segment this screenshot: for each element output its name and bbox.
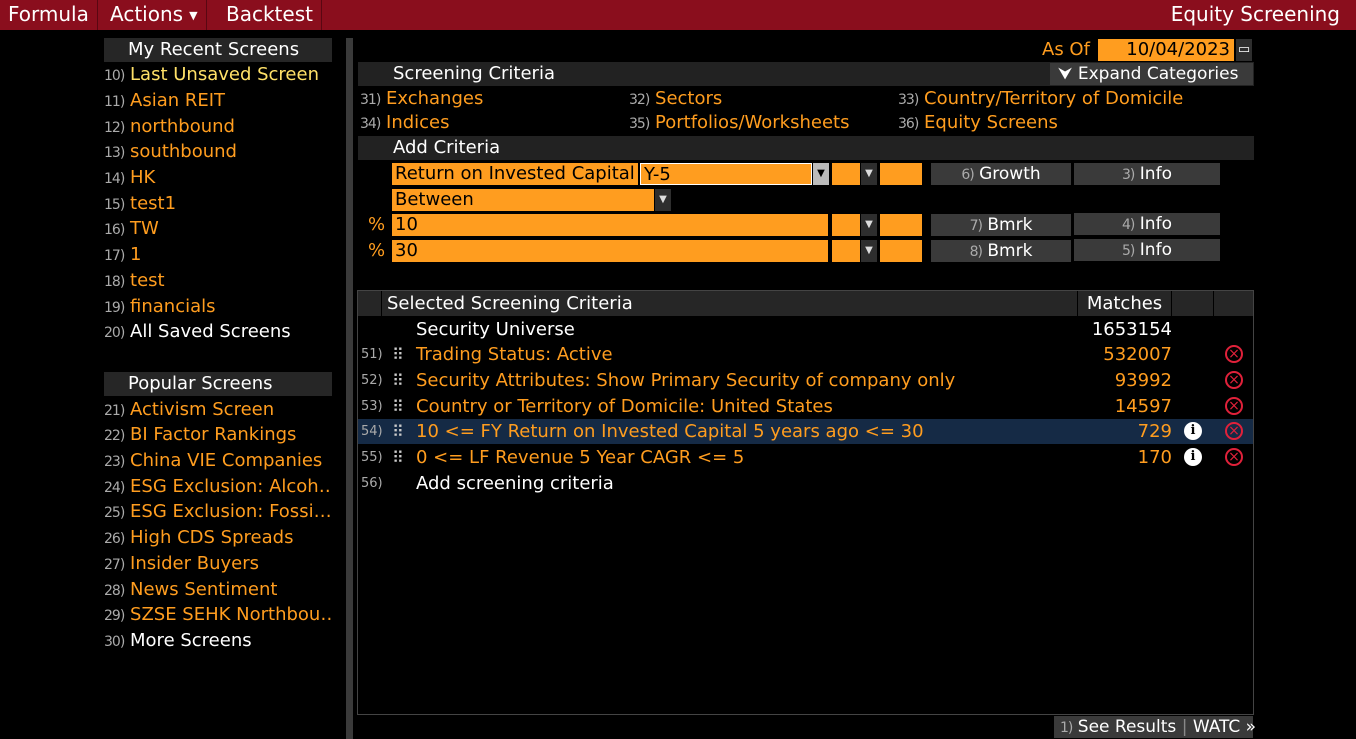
double-chevron-down-icon: ⮟	[1058, 64, 1073, 84]
period-select[interactable]: Y-5	[640, 163, 812, 185]
add-criteria-heading: Add Criteria	[358, 136, 1254, 160]
category-country-domicile[interactable]: 33) Country/Territory of Domicile	[898, 87, 1183, 112]
category-equity-screens[interactable]: 36) Equity Screens	[898, 111, 1058, 136]
as-of-date-field[interactable]: 10/04/2023	[1098, 39, 1234, 61]
popular-screen-item[interactable]: 28) News Sentiment	[104, 577, 332, 602]
category-sectors[interactable]: 32) Sectors	[629, 87, 722, 112]
column-header-matches[interactable]: Matches	[1078, 291, 1172, 316]
popular-screen-item[interactable]: 24) ESG Exclusion: Alcoh…	[104, 474, 332, 499]
extra-field[interactable]	[880, 163, 922, 185]
recent-screen-item[interactable]: 15) test1	[104, 191, 332, 216]
more-screens-link[interactable]: 30) More Screens	[104, 628, 332, 653]
add-screening-criteria-row[interactable]: 56) Add screening criteria	[358, 471, 1253, 496]
table-row-selected[interactable]: 54) ⠿ 10 <= FY Return on Invested Capita…	[358, 419, 1253, 444]
drag-handle-icon[interactable]: ⠿	[392, 419, 404, 444]
recent-screen-item[interactable]: 10) Last Unsaved Screen	[104, 62, 332, 87]
column-header-criteria[interactable]: Selected Screening Criteria	[382, 291, 1078, 316]
growth-button[interactable]: 6) Growth	[931, 163, 1071, 185]
popular-screen-item[interactable]: 26) High CDS Spreads	[104, 525, 332, 550]
delete-icon[interactable]: ×	[1225, 371, 1243, 389]
recent-screen-item[interactable]: 13) southbound	[104, 139, 332, 164]
backtest-menu[interactable]: Backtest	[218, 0, 322, 30]
popular-screen-item[interactable]: 25) ESG Exclusion: Fossi…	[104, 499, 332, 524]
info-icon[interactable]: i	[1184, 448, 1202, 466]
calendar-icon[interactable]: ▭	[1236, 39, 1252, 61]
recent-screen-item[interactable]: 17) 1	[104, 242, 332, 267]
table-row[interactable]: 53) ⠿ Country or Territory of Domicile: …	[358, 394, 1253, 419]
category-exchanges[interactable]: 31) Exchanges	[360, 87, 483, 112]
low-extra-field[interactable]	[880, 214, 922, 236]
actions-menu[interactable]: Actions ▼	[102, 0, 207, 30]
recent-screen-item[interactable]: 11) Asian REIT	[104, 88, 332, 113]
info-icon[interactable]: i	[1184, 422, 1202, 440]
top-bar: Formula Actions ▼ Backtest Equity Screeni…	[0, 0, 1356, 30]
as-of-label: As Of	[1042, 39, 1090, 60]
operator-select[interactable]: Between	[392, 189, 654, 211]
page-title: Equity Screening	[1170, 2, 1340, 26]
percent-symbol: %	[368, 214, 386, 235]
benchmark-button[interactable]: 8) Bmrk	[931, 240, 1071, 262]
selected-criteria-table: Selected Screening Criteria Matches Secu…	[357, 290, 1254, 715]
info-button[interactable]: 4) Info	[1074, 213, 1220, 235]
benchmark-button[interactable]: 7) Bmrk	[931, 214, 1071, 236]
drag-handle-icon[interactable]: ⠿	[392, 342, 404, 367]
delete-icon[interactable]: ×	[1225, 345, 1243, 363]
table-row[interactable]: 51) ⠿ Trading Status: Active 532007 ×	[358, 342, 1253, 367]
low-value-input[interactable]: 10	[392, 214, 828, 236]
recent-screen-item[interactable]: 14) HK	[104, 165, 332, 190]
column-header-info	[1172, 291, 1214, 316]
expand-categories-button[interactable]: ⮟ Expand Categories	[1050, 63, 1253, 85]
watc-link[interactable]: WATC »	[1193, 717, 1256, 737]
high-extra-field[interactable]	[880, 240, 922, 262]
category-indices[interactable]: 34) Indices	[360, 111, 450, 136]
table-row-universe: Security Universe 1653154	[416, 319, 1172, 340]
low-unit-dropdown-icon[interactable]: ▼	[861, 214, 877, 236]
recent-screen-item[interactable]: 12) northbound	[104, 114, 332, 139]
popular-screen-item[interactable]: 27) Insider Buyers	[104, 551, 332, 576]
column-header-handle	[358, 291, 382, 316]
high-unit-select[interactable]	[832, 240, 860, 262]
recent-screen-item[interactable]: 19) financials	[104, 294, 332, 319]
popular-screen-item[interactable]: 21) Activism Screen	[104, 397, 332, 422]
see-results-button[interactable]: 1) See Results | WATC »	[1054, 716, 1256, 738]
table-row[interactable]: 52) ⠿ Security Attributes: Show Primary …	[358, 368, 1253, 393]
drag-handle-icon[interactable]: ⠿	[392, 394, 404, 419]
popular-screen-item[interactable]: 23) China VIE Companies	[104, 448, 332, 473]
recent-screens-heading: My Recent Screens	[104, 38, 332, 62]
popular-screen-item[interactable]: 22) BI Factor Rankings	[104, 422, 332, 447]
formula-menu[interactable]: Formula	[0, 0, 98, 30]
operator-dropdown-icon[interactable]: ▼	[655, 189, 671, 211]
currency-select[interactable]	[832, 163, 860, 185]
low-unit-select[interactable]	[832, 214, 860, 236]
criteria-field-input[interactable]: Return on Invested Capital	[392, 163, 638, 185]
column-header-delete	[1214, 291, 1253, 316]
popular-screen-item[interactable]: 29) SZSE SEHK Northbou…	[104, 602, 332, 627]
high-unit-dropdown-icon[interactable]: ▼	[861, 240, 877, 262]
drag-handle-icon[interactable]: ⠿	[392, 368, 404, 393]
high-value-input[interactable]: 30	[392, 240, 828, 262]
delete-icon[interactable]: ×	[1225, 448, 1243, 466]
table-row[interactable]: 55) ⠿ 0 <= LF Revenue 5 Year CAGR <= 5 1…	[358, 445, 1253, 470]
info-button[interactable]: 5) Info	[1074, 239, 1220, 261]
panel-divider[interactable]	[346, 38, 353, 739]
currency-dropdown-icon[interactable]: ▼	[861, 163, 877, 185]
category-portfolios[interactable]: 35) Portfolios/Worksheets	[629, 111, 849, 136]
all-saved-screens-link[interactable]: 20) All Saved Screens	[104, 319, 332, 344]
popular-screens-heading: Popular Screens	[104, 372, 332, 396]
percent-symbol: %	[368, 240, 386, 261]
drag-handle-icon[interactable]: ⠿	[392, 445, 404, 470]
table-header: Selected Screening Criteria Matches	[358, 291, 1253, 316]
period-dropdown-icon[interactable]: ▼	[813, 163, 829, 185]
info-button[interactable]: 3) Info	[1074, 163, 1220, 185]
recent-screen-item[interactable]: 16) TW	[104, 216, 332, 241]
chevron-down-icon: ▼	[189, 9, 198, 22]
delete-icon[interactable]: ×	[1225, 397, 1243, 415]
delete-icon[interactable]: ×	[1225, 422, 1243, 440]
recent-screen-item[interactable]: 18) test	[104, 268, 332, 293]
